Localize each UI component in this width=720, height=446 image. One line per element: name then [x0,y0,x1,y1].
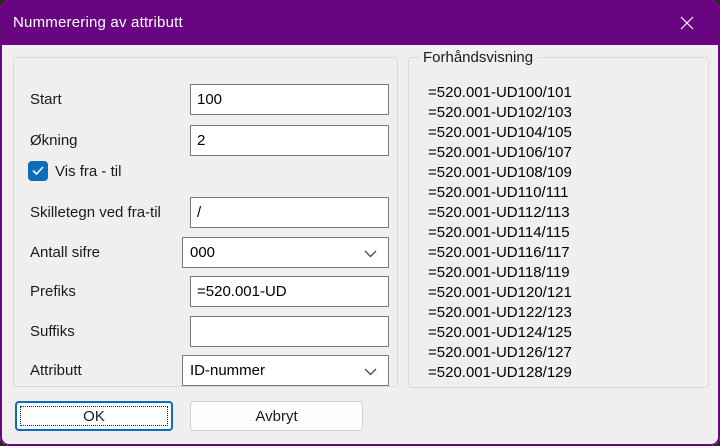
antall-sifre-value: 000 [190,244,216,261]
skilletegn-input[interactable] [190,197,389,228]
chevron-down-icon [364,250,377,258]
preview-item: =520.001-UD108/109 [428,164,572,181]
preview-item: =520.001-UD124/125 [428,324,572,341]
skilletegn-label: Skilletegn ved fra-til [30,204,161,221]
antall-sifre-select[interactable]: 000 [182,237,389,268]
attributt-select[interactable]: ID-nummer [182,355,389,386]
cancel-button[interactable]: Avbryt [190,401,363,431]
preview-group-label: Forhåndsvisning [419,49,538,66]
preview-item: =520.001-UD120/121 [428,284,572,301]
okning-input[interactable] [190,125,389,156]
antall-sifre-label: Antall sifre [30,244,101,261]
chevron-down-icon [364,368,377,376]
close-icon [680,16,694,30]
title-bar[interactable]: Nummerering av attributt [0,0,720,45]
attributt-label: Attributt [30,362,82,379]
preview-item: =520.001-UD100/101 [428,84,572,101]
preview-item: =520.001-UD104/105 [428,124,572,141]
preview-item: =520.001-UD114/115 [428,224,570,241]
vis-fra-til-checkbox[interactable] [28,161,48,181]
ok-button[interactable]: OK [15,401,173,431]
window-title: Nummerering av attributt [13,14,183,31]
attributt-value: ID-nummer [190,362,266,379]
start-label: Start [30,91,62,108]
preview-item: =520.001-UD102/103 [428,104,572,121]
preview-item: =520.001-UD126/127 [428,344,572,361]
prefiks-label: Prefiks [30,283,76,300]
preview-item: =520.001-UD106/107 [428,144,572,161]
suffiks-label: Suffiks [30,323,75,340]
preview-item: =520.001-UD118/119 [428,264,570,281]
preview-list: =520.001-UD100/101 =520.001-UD102/103 =520… [428,83,698,383]
okning-label: Økning [30,132,78,149]
vis-fra-til-label[interactable]: Vis fra - til [55,161,121,181]
dialog-window: Nummerering av attributt Start Økning Vi… [0,0,720,446]
preview-item: =520.001-UD128/129 [428,364,572,381]
close-button[interactable] [664,0,710,45]
preview-item: =520.001-UD112/113 [428,204,570,221]
suffiks-input[interactable] [190,316,389,347]
preview-item: =520.001-UD116/117 [428,244,570,261]
checkmark-icon [32,166,44,176]
preview-item: =520.001-UD110/111 [428,184,569,201]
start-input[interactable] [190,84,389,115]
prefiks-input[interactable] [190,276,389,307]
preview-item: =520.001-UD122/123 [428,304,572,321]
